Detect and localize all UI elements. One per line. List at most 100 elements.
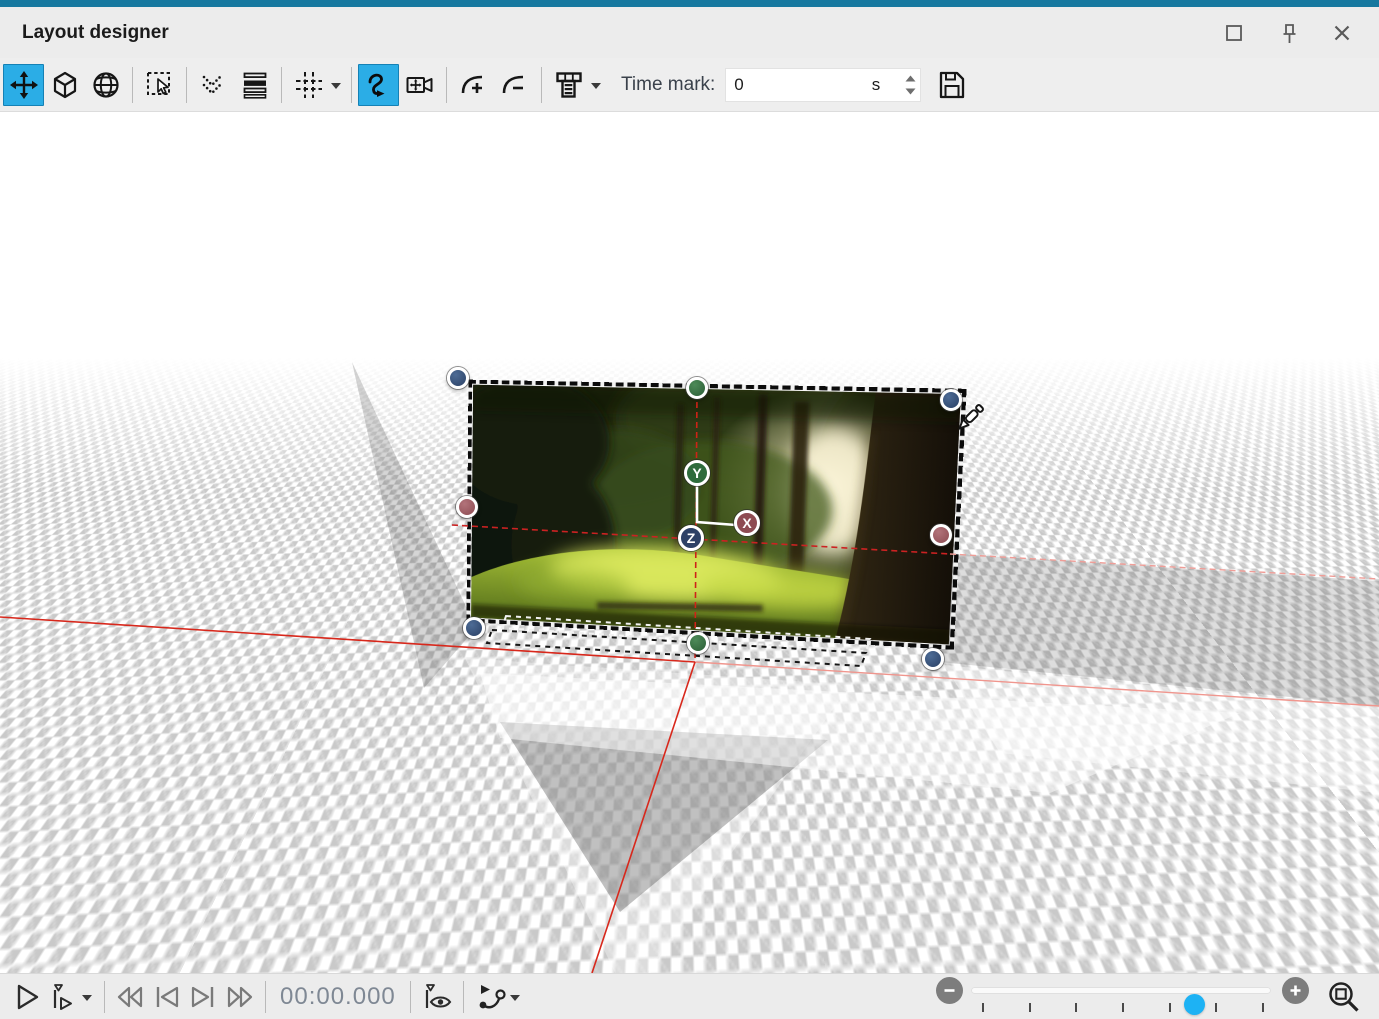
tool-add-path-point-button[interactable] (453, 64, 494, 106)
skip-to-end-icon (186, 981, 220, 1013)
s-curve-icon (364, 70, 394, 100)
tool-curve-points-button[interactable] (193, 64, 234, 106)
close-button[interactable] (1327, 18, 1357, 48)
gizmo-x-axis-handle[interactable]: X (734, 510, 760, 536)
tool-remove-path-point-button[interactable] (494, 64, 535, 106)
gizmo-z-label: Z (687, 530, 696, 546)
resize-handle-bottom-center[interactable] (687, 632, 709, 654)
tool-move-button[interactable] (3, 64, 44, 106)
forest-photo (471, 385, 961, 645)
toolbar: Time mark: s (0, 58, 1379, 112)
playback-separator (265, 981, 266, 1013)
layout-designer-window: Layout designer (0, 0, 1379, 1019)
layer-bars-icon (240, 70, 270, 100)
fast-forward-icon (222, 981, 256, 1013)
maximize-button[interactable] (1219, 18, 1249, 48)
tool-keyframe-table-button[interactable] (548, 64, 589, 106)
design-canvas[interactable]: Y X Z (0, 113, 1379, 973)
slider-tick (1075, 1003, 1077, 1012)
camera-pan-icon (405, 70, 435, 100)
magnifier-square-icon (1326, 979, 1362, 1015)
spinner-up-button[interactable] (905, 74, 916, 82)
marker-eye-icon (419, 981, 455, 1013)
pin-button[interactable] (1273, 18, 1303, 48)
slider-tick (1122, 1003, 1124, 1012)
toolbar-separator (186, 67, 187, 103)
resize-handle-bottom-right[interactable] (922, 648, 944, 670)
tool-grid-button[interactable] (288, 64, 329, 106)
accent-strip (0, 0, 1379, 7)
toolbar-separator (351, 67, 352, 103)
chevron-down-icon (591, 83, 601, 89)
time-mark-spinner (905, 74, 916, 95)
slider-tick (1169, 1003, 1171, 1012)
play-from-marker-button[interactable] (44, 979, 80, 1015)
globe-icon (91, 70, 121, 100)
skip-to-end-button[interactable] (185, 979, 221, 1015)
zoom-slider-thumb[interactable] (1184, 994, 1205, 1015)
slider-tick (1215, 1003, 1217, 1012)
save-button[interactable] (931, 64, 972, 106)
play-from-marker-icon (46, 981, 78, 1013)
resize-handle-bottom-left[interactable] (463, 617, 485, 639)
motion-path-icon (473, 981, 507, 1013)
chevron-down-icon (82, 995, 92, 1001)
move-icon (9, 70, 39, 100)
motion-path-options-caret[interactable] (510, 988, 520, 1006)
grid-dropdown-caret[interactable] (331, 76, 341, 94)
toolbar-separator (446, 67, 447, 103)
zoom-in-button[interactable] (1282, 977, 1309, 1004)
save-floppy-icon (936, 69, 968, 101)
maximize-icon (1222, 21, 1246, 45)
rewind-button[interactable] (113, 979, 149, 1015)
close-icon (1330, 21, 1354, 45)
time-mark-input[interactable] (726, 74, 856, 96)
toolbar-separator (132, 67, 133, 103)
motion-path-options-button[interactable] (472, 979, 508, 1015)
toolbar-separator (541, 67, 542, 103)
zoom-out-button[interactable] (936, 977, 963, 1004)
playback-separator (410, 981, 411, 1013)
play-options-caret[interactable] (82, 988, 92, 1006)
keyframe-table-dropdown-caret[interactable] (591, 76, 601, 94)
time-mark-unit: s (872, 75, 881, 95)
gizmo-z-axis-handle[interactable]: Z (678, 525, 704, 551)
resize-handle-top-left[interactable] (447, 367, 469, 389)
zoom-slider-track[interactable] (971, 987, 1271, 994)
tool-motion-path-button[interactable] (358, 64, 399, 106)
curve-plus-icon (459, 70, 489, 100)
time-display: 00:00.000 (280, 983, 396, 1011)
toolbar-separator (281, 67, 282, 103)
tool-select-button[interactable] (139, 64, 180, 106)
time-mark-field: s (725, 68, 921, 102)
spinner-down-button[interactable] (905, 87, 916, 95)
tool-camera-pan-button[interactable] (399, 64, 440, 106)
resize-handle-middle-left[interactable] (456, 496, 478, 518)
playback-separator (463, 981, 464, 1013)
zoom-to-fit-button[interactable] (1326, 979, 1362, 1018)
time-mark-label: Time mark: (621, 74, 715, 96)
window-title: Layout designer (22, 22, 169, 44)
tool-align-layers-button[interactable] (234, 64, 275, 106)
select-marquee-icon (145, 70, 175, 100)
tool-sphere-button[interactable] (85, 64, 126, 106)
gizmo-y-axis-handle[interactable]: Y (684, 460, 710, 486)
play-button[interactable] (8, 979, 44, 1015)
chevron-down-icon (510, 995, 520, 1001)
fast-forward-button[interactable] (221, 979, 257, 1015)
skip-to-start-button[interactable] (149, 979, 185, 1015)
skip-to-start-icon (150, 981, 184, 1013)
tool-3d-cube-button[interactable] (44, 64, 85, 106)
chevron-down-icon (331, 83, 341, 89)
plus-icon (1288, 983, 1303, 998)
rewind-icon (114, 981, 148, 1013)
resize-handle-top-right[interactable] (940, 389, 962, 411)
marker-visibility-button[interactable] (419, 979, 455, 1015)
selected-image-object[interactable] (471, 385, 961, 645)
slider-tick (1029, 1003, 1031, 1012)
pin-icon (1276, 21, 1300, 45)
play-icon (10, 981, 42, 1013)
grid-icon (294, 70, 324, 100)
resize-handle-top-center[interactable] (686, 377, 708, 399)
resize-handle-middle-right[interactable] (930, 524, 952, 546)
